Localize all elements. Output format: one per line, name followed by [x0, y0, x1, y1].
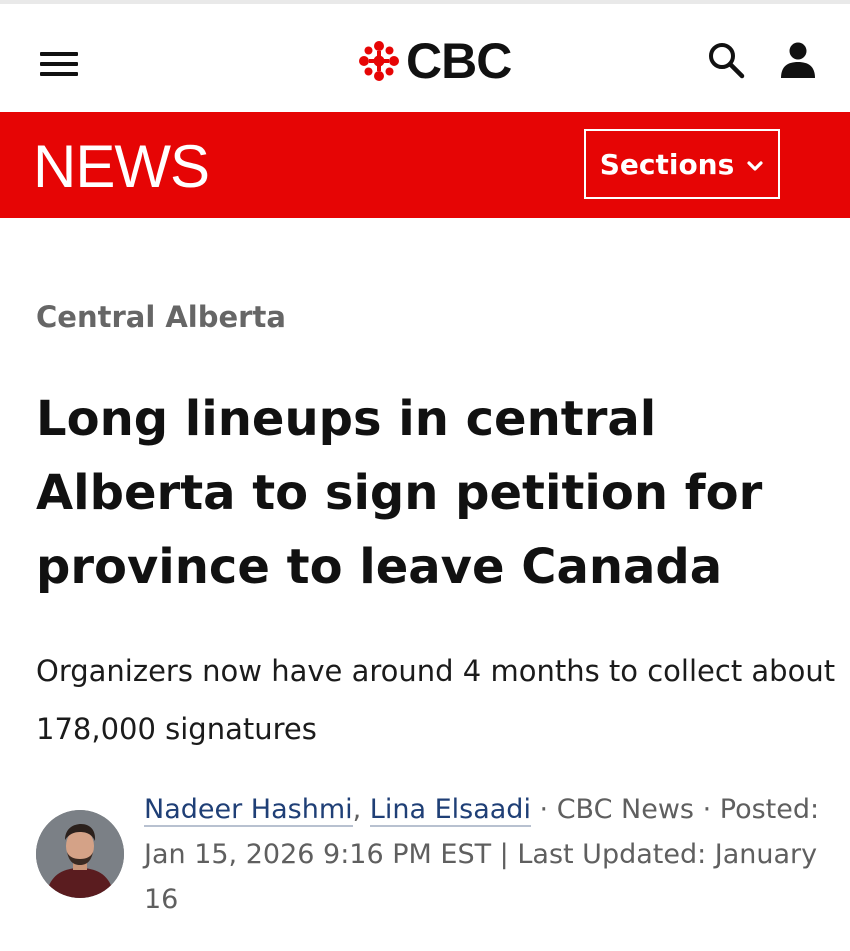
article-category[interactable]: Central Alberta: [36, 300, 286, 334]
byline-dot: ·: [530, 794, 557, 825]
outlet-name: CBC News: [556, 794, 694, 825]
search-icon: [709, 43, 745, 79]
byline-dot: ·: [694, 794, 720, 825]
account-button[interactable]: [778, 40, 818, 80]
author-separator: ,: [352, 794, 370, 825]
logo-text: CBC: [406, 33, 512, 89]
author-link[interactable]: Lina Elsaadi: [369, 794, 531, 827]
cbc-gem-logo-icon: [359, 41, 399, 81]
author-link[interactable]: Nadeer Hashmi: [144, 794, 353, 827]
hamburger-menu-icon: [40, 52, 78, 56]
chevron-down-icon: [747, 161, 763, 171]
menu-button[interactable]: [40, 52, 78, 76]
news-banner: NEWS Sections: [0, 112, 850, 218]
site-header: CBC: [0, 4, 850, 112]
sections-dropdown-button[interactable]: Sections: [584, 129, 780, 199]
author-avatar: [36, 810, 124, 898]
article-deck: Organizers now have around 4 months to c…: [36, 654, 836, 746]
byline-pipe: |: [491, 839, 518, 870]
user-account-icon: [781, 42, 815, 78]
article-headline: Long lineups in central Alberta to sign …: [36, 391, 763, 595]
sections-label: Sections: [599, 147, 735, 181]
article-byline: Nadeer Hashmi, Lina Elsaadi · CBC News ·…: [144, 787, 824, 922]
cbc-logo[interactable]: CBC: [358, 33, 512, 89]
search-button[interactable]: [706, 40, 746, 80]
section-title[interactable]: NEWS: [33, 132, 210, 201]
